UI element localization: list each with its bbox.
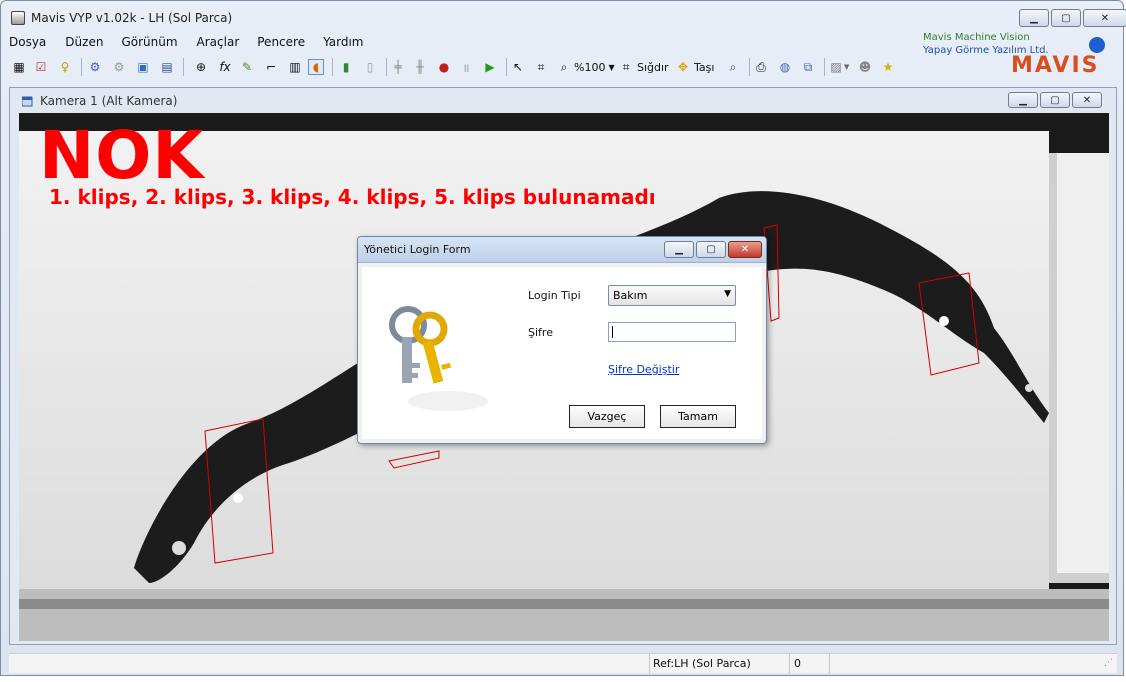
- status-ref: Ref:LH (Sol Parca): [653, 657, 751, 670]
- toolbar: ▦ ☑ ♀ ⚙ ⚙ ▣ ▤ ⊕ fx ✎ ⌐ ▥ ◖ ▮ ▯ ╪ ╫ ● ॥ ▶…: [11, 55, 911, 79]
- image-gallery-icon[interactable]: ▨: [828, 59, 844, 75]
- keys-icon: [378, 297, 498, 417]
- sound-icon[interactable]: ◖: [308, 59, 324, 75]
- close-icon: ✕: [740, 244, 750, 255]
- distribute-icon[interactable]: ╫: [412, 59, 428, 75]
- menu-araclar[interactable]: Araçlar: [197, 33, 240, 53]
- pause-icon[interactable]: ॥: [458, 59, 474, 75]
- child-close-button[interactable]: ✕: [1072, 92, 1102, 108]
- minimize-icon: ▁: [1019, 94, 1027, 106]
- minimize-button[interactable]: ▁: [1019, 9, 1049, 27]
- dialog-title: Yönetici Login Form: [364, 243, 471, 256]
- password-label: Şifre: [528, 326, 553, 339]
- minimize-icon: ▁: [1030, 12, 1038, 24]
- menu-gorunum[interactable]: Görünüm: [121, 33, 177, 53]
- maximize-icon: ▢: [1061, 12, 1071, 24]
- settings-icon[interactable]: ⚙: [87, 59, 103, 75]
- document-icon[interactable]: ▯: [362, 59, 378, 75]
- play-icon[interactable]: ▶: [482, 59, 498, 75]
- eye-logo-icon: [1089, 37, 1105, 53]
- ruler-icon[interactable]: ⌐: [263, 59, 279, 75]
- maximize-icon: ▢: [1050, 94, 1060, 106]
- magnifier-icon[interactable]: ⌕: [725, 59, 741, 75]
- menu-bar: Dosya Düzen Görünüm Araçlar Pencere Yard…: [9, 33, 364, 53]
- menu-pencere[interactable]: Pencere: [257, 33, 305, 53]
- dialog-maximize-button[interactable]: ▢: [696, 241, 726, 258]
- close-icon: ✕: [1082, 94, 1092, 106]
- mavis-logo-text: MAVIS: [1011, 53, 1100, 78]
- ok-button[interactable]: Tamam: [660, 405, 736, 428]
- function-icon[interactable]: fx: [217, 59, 233, 75]
- inspection-result: NOK: [39, 117, 205, 194]
- title-bar[interactable]: Mavis VYP v1.02k - LH (Sol Parca) ▁ ▢ ✕: [1, 1, 1126, 31]
- key-icon[interactable]: ♀: [57, 59, 73, 75]
- window-title: Mavis VYP v1.02k - LH (Sol Parca): [31, 11, 233, 25]
- record-icon[interactable]: ●: [436, 59, 452, 75]
- login-type-value: Bakım: [613, 289, 648, 302]
- chevron-down-icon: ▼: [724, 289, 731, 299]
- gears-icon[interactable]: ⚙: [111, 59, 127, 75]
- zoom-page-icon[interactable]: ⌕: [556, 59, 572, 75]
- move-button[interactable]: Taşı: [694, 61, 714, 74]
- change-password-link[interactable]: Şifre Değiştir: [608, 363, 679, 376]
- close-icon: ✕: [1100, 12, 1110, 24]
- fit-button[interactable]: Sığdır: [637, 61, 669, 74]
- checklist-icon[interactable]: ☑: [33, 59, 49, 75]
- brand-line-1: Mavis Machine Vision: [923, 32, 1030, 43]
- dialog-close-button[interactable]: ✕: [728, 241, 762, 258]
- status-count: 0: [794, 657, 801, 670]
- image-icon[interactable]: ▣: [135, 59, 151, 75]
- calculator-icon[interactable]: ▥: [287, 59, 303, 75]
- add-window-icon[interactable]: ⧉: [800, 59, 816, 75]
- maximize-button[interactable]: ▢: [1051, 9, 1081, 27]
- status-bar: Ref:LH (Sol Parca) 0 ⋰: [9, 653, 1117, 674]
- menu-dosya[interactable]: Dosya: [9, 33, 46, 53]
- child-window-title: Kamera 1 (Alt Kamera): [40, 94, 178, 108]
- login-dialog: Yönetici Login Form ▁ ▢ ✕ Login Tipi Bak…: [357, 236, 767, 444]
- grid-icon[interactable]: ▦: [11, 59, 27, 75]
- save-icon[interactable]: ▤: [159, 59, 175, 75]
- maximize-icon: ▢: [706, 244, 716, 255]
- pointer-icon[interactable]: ↖: [510, 59, 526, 75]
- dialog-body: Login Tipi Bakım ▼ Şifre Şifre Değiştir …: [362, 267, 762, 439]
- inspect-icon[interactable]: ⊕: [193, 59, 209, 75]
- close-button[interactable]: ✕: [1083, 9, 1126, 27]
- inspection-message: 1. klips, 2. klips, 3. klips, 4. klips, …: [49, 185, 656, 209]
- app-icon: [11, 11, 25, 25]
- fit-icon[interactable]: ⌗: [618, 59, 634, 75]
- brand-logo: Mavis Machine Vision Yapay Görme Yazılım…: [921, 31, 1121, 81]
- dialog-title-bar[interactable]: Yönetici Login Form ▁ ▢ ✕: [358, 237, 766, 263]
- printer-icon[interactable]: ⎙: [753, 59, 769, 75]
- resize-grip-icon[interactable]: ⋰: [1104, 658, 1113, 668]
- child-maximize-button[interactable]: ▢: [1040, 92, 1070, 108]
- book-icon[interactable]: ▮: [338, 59, 354, 75]
- child-minimize-button[interactable]: ▁: [1008, 92, 1038, 108]
- text-caret: [612, 326, 613, 338]
- move-icon[interactable]: ✥: [675, 59, 691, 75]
- menu-yardim[interactable]: Yardım: [323, 33, 363, 53]
- select-region-icon[interactable]: ⌗: [533, 59, 549, 75]
- globe-icon[interactable]: ◍: [777, 59, 793, 75]
- password-input[interactable]: [608, 322, 736, 342]
- zoom-level[interactable]: %100: [574, 61, 605, 74]
- login-type-select[interactable]: Bakım ▼: [608, 285, 736, 306]
- align-icon[interactable]: ╪: [390, 59, 406, 75]
- chevron-down-icon[interactable]: ▼: [608, 63, 614, 72]
- cancel-button[interactable]: Vazgeç: [569, 405, 645, 428]
- minimize-icon: ▁: [675, 244, 683, 255]
- dialog-minimize-button[interactable]: ▁: [664, 241, 694, 258]
- window-icon: [21, 95, 34, 107]
- chevron-down-icon[interactable]: ▼: [844, 63, 849, 71]
- login-type-label: Login Tipi: [528, 289, 581, 302]
- star-icon[interactable]: ★: [880, 59, 896, 75]
- users-icon[interactable]: ☻: [857, 59, 873, 75]
- pen-icon[interactable]: ✎: [239, 59, 255, 75]
- menu-duzen[interactable]: Düzen: [65, 33, 103, 53]
